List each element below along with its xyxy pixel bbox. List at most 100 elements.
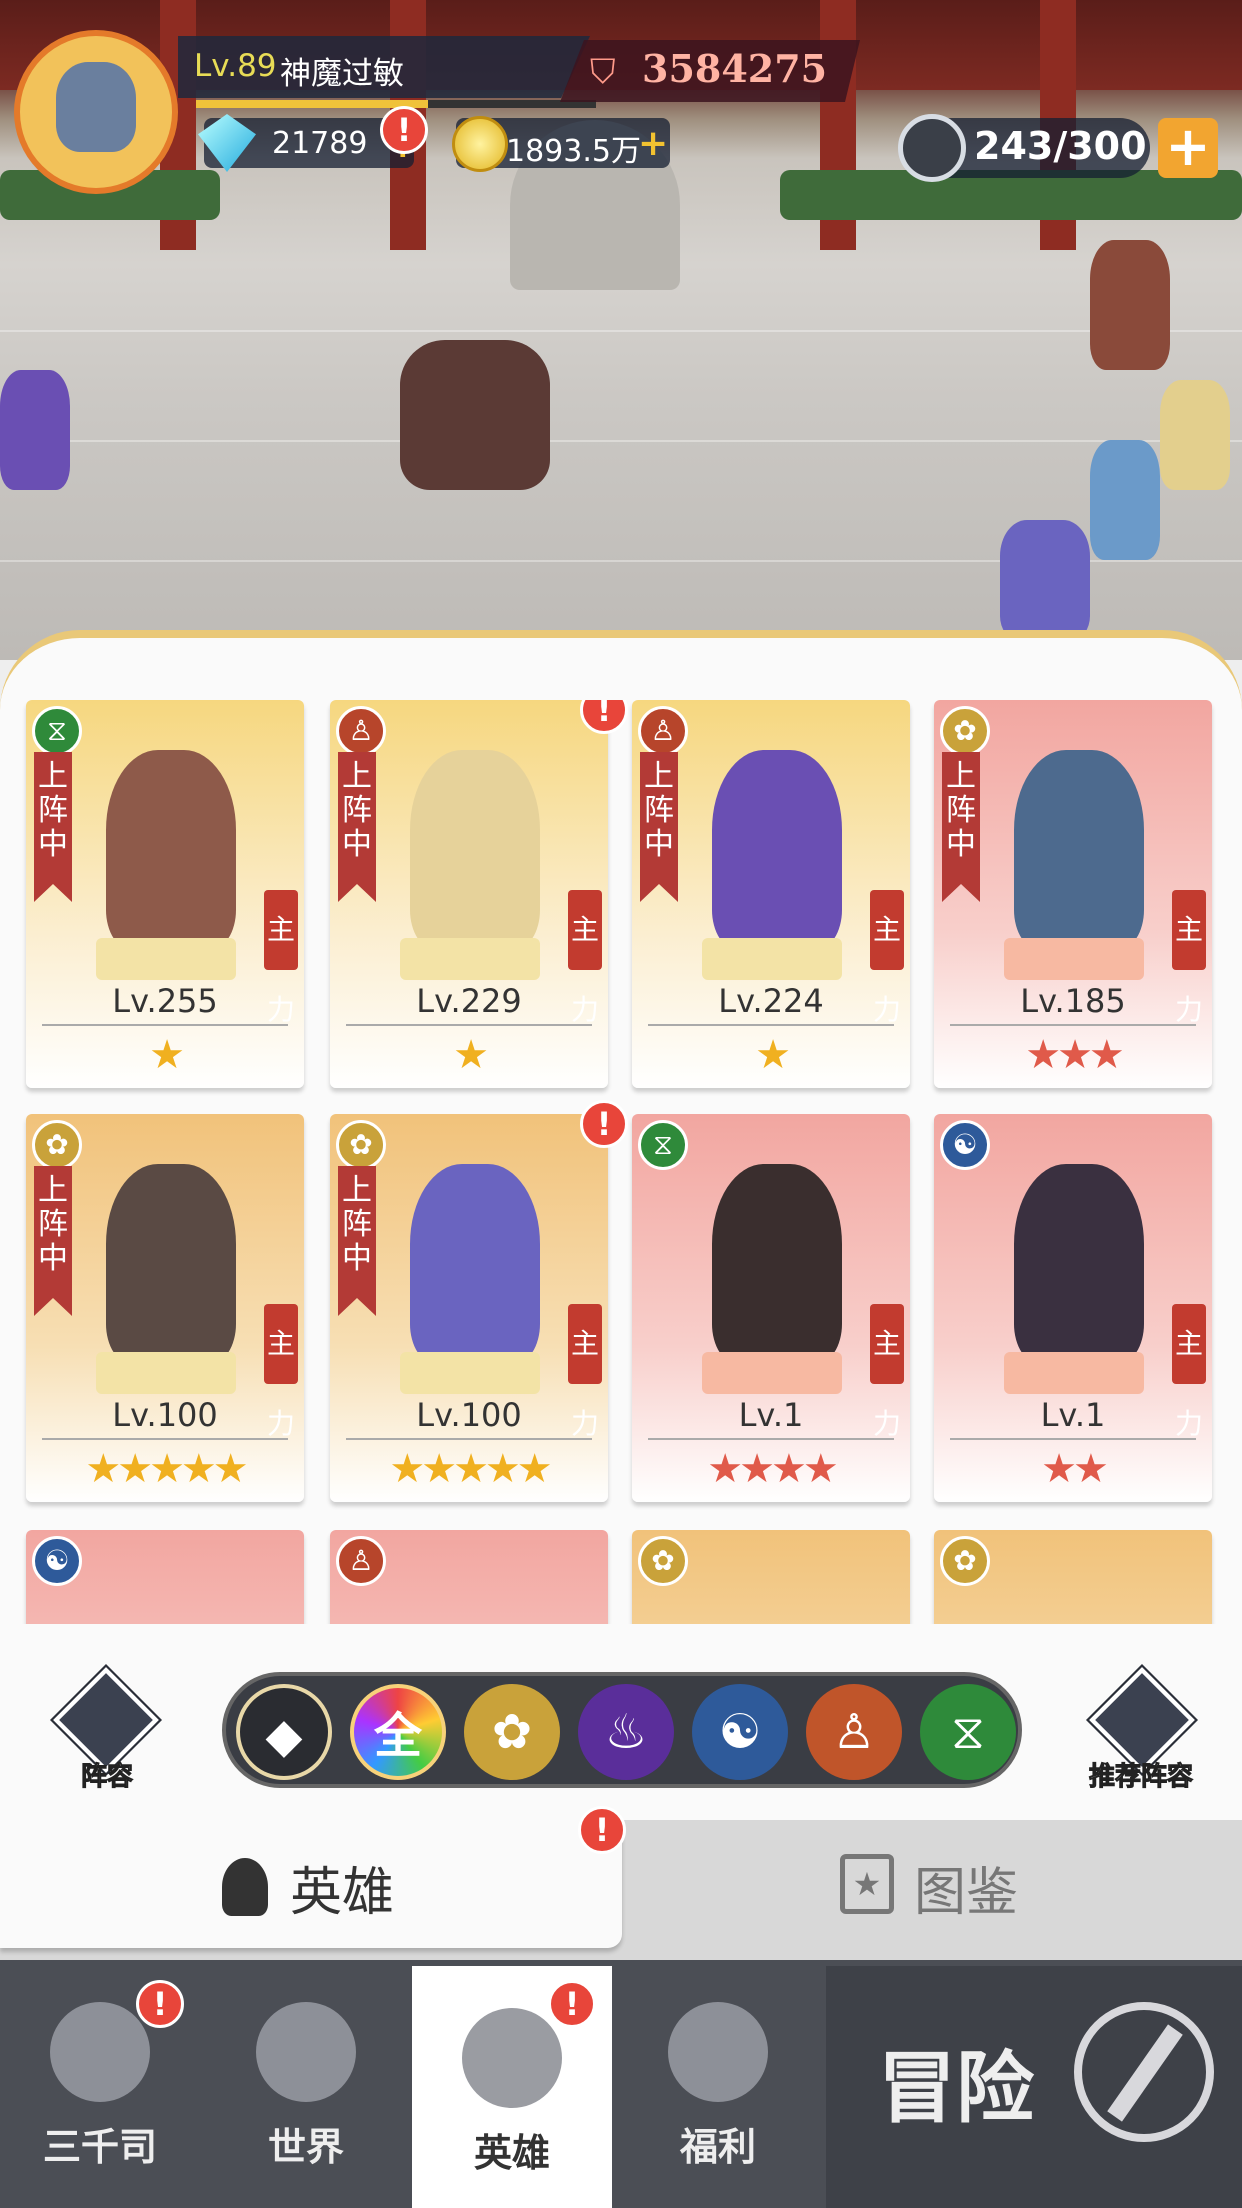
star-rating: ★★★★★: [389, 1446, 552, 1492]
coin-count: 1893.5万: [506, 134, 641, 169]
hero-card[interactable]: ✿ 上阵中 主力 Lv.100 ★★★★★: [330, 1114, 608, 1502]
pedestal: [400, 938, 540, 980]
gift-box-icon: [668, 2002, 768, 2102]
hero-card[interactable]: ♙ 上阵中 主力 Lv.229 ★: [330, 700, 608, 1088]
hero-tabs: 英雄 ! ★ 图鉴: [0, 1806, 1242, 1960]
filter-body-icon[interactable]: ♙: [806, 1684, 902, 1780]
star-rating: ★★★★★: [85, 1446, 248, 1492]
player-avatar[interactable]: [14, 30, 178, 194]
hero-card[interactable]: ✿: [934, 1530, 1212, 1624]
hero-level: Lv.1: [738, 1396, 804, 1434]
deployed-ribbon: 上阵中: [34, 752, 72, 902]
power-icon: ⛉: [590, 52, 616, 92]
faction-lotus-icon: ✿: [940, 706, 990, 756]
main-tag: 主力: [870, 1304, 904, 1440]
pedestal: [400, 1352, 540, 1394]
battle-character: [1090, 240, 1170, 370]
main-tag: 主力: [264, 1304, 298, 1440]
add-stamina-button[interactable]: +: [1158, 118, 1218, 178]
player-name: 神魔过敏: [280, 56, 404, 92]
filter-lotus-icon[interactable]: ✿: [464, 1684, 560, 1780]
filter-all-button[interactable]: 全: [350, 1684, 446, 1780]
planet-icon: [256, 2002, 356, 2102]
hero-card[interactable]: ♙: [330, 1530, 608, 1624]
lineup-label: 阵容: [80, 1762, 133, 1793]
nav-label: 世界: [267, 2125, 344, 2169]
battle-character: [1000, 520, 1090, 640]
divider: [42, 1024, 288, 1026]
hero-sprite: [712, 750, 842, 950]
faction-dna-icon: ⧖: [638, 1120, 688, 1170]
tab-codex-label: 图鉴: [914, 1863, 1019, 1923]
alert-badge: !: [578, 1806, 626, 1854]
battle-character: [0, 370, 70, 490]
divider: [648, 1024, 894, 1026]
hero-sprite: [410, 1164, 540, 1364]
main-tag: 主力: [264, 890, 298, 1026]
faction-lotus-icon: ✿: [32, 1120, 82, 1170]
filter-yinyang-icon[interactable]: ☯: [692, 1684, 788, 1780]
alert-badge: !: [380, 106, 428, 154]
hero-sprite: [106, 1164, 236, 1364]
tab-codex[interactable]: ★ 图鉴: [622, 1820, 1242, 1948]
hero-card[interactable]: ✿ 上阵中 主力 Lv.100 ★★★★★: [26, 1114, 304, 1502]
deployed-ribbon: 上阵中: [640, 752, 678, 902]
hero-icon: [222, 1858, 268, 1916]
hero-card[interactable]: ✿: [632, 1530, 910, 1624]
faction-filters: ◆ 全 ✿ ♨ ☯ ♙ ⧖: [222, 1672, 1022, 1788]
hero-level: Lv.224: [718, 982, 824, 1020]
hero-level: Lv.229: [416, 982, 522, 1020]
avatar-face: [56, 62, 136, 152]
star-rating: ★★★: [1025, 1032, 1125, 1078]
faction-lotus-icon: ✿: [336, 1120, 386, 1170]
tab-heroes[interactable]: 英雄: [0, 1820, 622, 1948]
hero-card[interactable]: ☯: [26, 1530, 304, 1624]
star-rating: ★★: [1041, 1446, 1109, 1492]
hero-level: Lv.185: [1020, 982, 1126, 1020]
hero-level: Lv.100: [416, 1396, 522, 1434]
add-coins-button[interactable]: +: [638, 124, 668, 164]
divider: [42, 1438, 288, 1440]
floor-line: [0, 330, 1242, 332]
compass-icon: [1074, 2002, 1214, 2142]
hero-card[interactable]: ⧖ 上阵中主力 Lv.255 ★: [26, 700, 304, 1088]
nav-label: 福利: [679, 2125, 756, 2169]
floor-line: [0, 440, 1242, 442]
hero-portrait-icon: [462, 2008, 562, 2108]
pedestal: [1004, 1352, 1144, 1394]
deployed-ribbon: 上阵中: [942, 752, 980, 902]
recommended-lineup-button[interactable]: 推荐阵容: [1066, 1663, 1216, 1798]
hero-card[interactable]: ☯ 主力 Lv.1 ★★: [934, 1114, 1212, 1502]
nav-welfare[interactable]: 福利: [618, 1966, 818, 2208]
hero-level: Lv.255: [112, 982, 218, 1020]
stamina-count: 243/300: [974, 124, 1147, 168]
pedestal: [96, 938, 236, 980]
star-rating: ★: [149, 1032, 185, 1078]
hero-sprite: [712, 1164, 842, 1364]
nav-adventure[interactable]: 冒险: [826, 1966, 1242, 2208]
lineup-button[interactable]: 阵容: [42, 1663, 172, 1798]
battle-character: [400, 340, 550, 490]
divider: [950, 1438, 1196, 1440]
alert-badge: !: [136, 1980, 184, 2028]
filter-team-icon[interactable]: ◆: [236, 1684, 332, 1780]
faction-yinyang-icon: ☯: [940, 1120, 990, 1170]
faction-dna-icon: ⧖: [32, 706, 82, 756]
hero-grid[interactable]: ⧖ 上阵中 主力 Lv.255 ★ ♙ 上阵中 主力 Lv.229 ★! ♙ 上阵中 主力 Lv.224 ★…: [0, 700, 1242, 1624]
faction-body-icon: ♙: [336, 706, 386, 756]
player-level: Lv.89: [194, 48, 277, 84]
hero-card[interactable]: ✿ 上阵中主力 Lv.185 ★★★: [934, 700, 1212, 1088]
filter-dna-icon[interactable]: ⧖: [920, 1684, 1016, 1780]
hero-sprite: [1014, 1164, 1144, 1364]
combat-power: 3584275: [642, 46, 828, 91]
hero-sprite: [1014, 750, 1144, 950]
hero-card[interactable]: ⧖ 主力 Lv.1 ★★★★: [632, 1114, 910, 1502]
recommended-label: 推荐阵容: [1088, 1762, 1193, 1793]
divider: [346, 1024, 592, 1026]
divider: [346, 1438, 592, 1440]
hero-card[interactable]: ♙ 上阵中 主力 Lv.224 ★: [632, 700, 910, 1088]
filter-flame-icon[interactable]: ♨: [578, 1684, 674, 1780]
main-tag: 主力: [1172, 890, 1206, 1026]
nav-label: 三千司: [42, 2125, 157, 2169]
nav-world[interactable]: 世界: [206, 1966, 406, 2208]
